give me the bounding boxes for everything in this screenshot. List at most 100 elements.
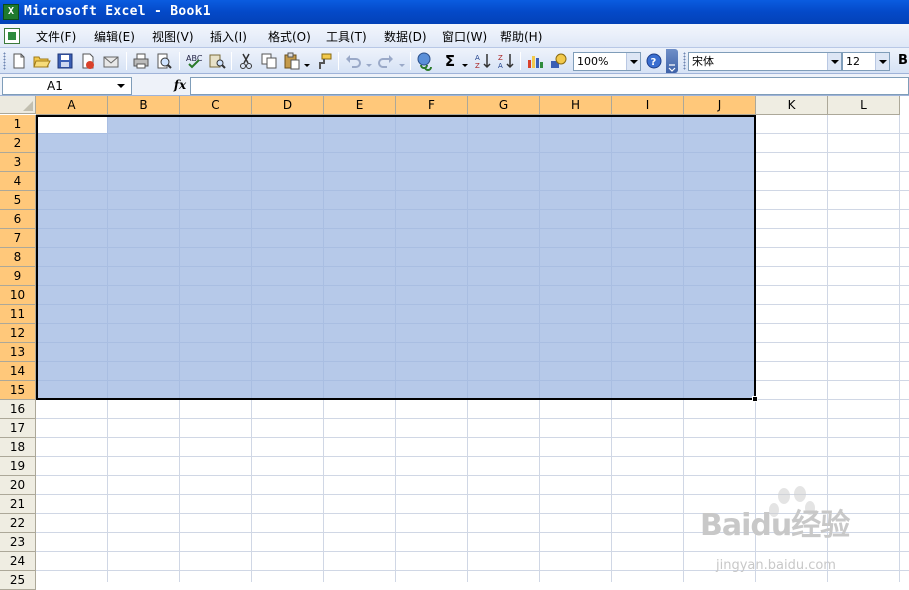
menu-data[interactable]: 数据(D) [382, 29, 429, 45]
row-header-9[interactable]: 9 [0, 267, 36, 286]
name-box[interactable]: A1 [2, 77, 132, 95]
name-box-dropdown-icon[interactable] [114, 80, 128, 92]
research-icon[interactable] [207, 51, 227, 71]
autosum-dropdown-icon[interactable] [461, 58, 469, 67]
window-title: Microsoft Excel - Book1 [24, 4, 211, 19]
row-header-14[interactable]: 14 [0, 362, 36, 381]
workbook-icon[interactable] [4, 28, 20, 44]
help-icon[interactable]: ? [644, 51, 664, 71]
paste-icon[interactable] [282, 51, 302, 71]
column-header-e[interactable]: E [324, 96, 396, 115]
column-header-h[interactable]: H [540, 96, 612, 115]
redo-dropdown-icon[interactable] [398, 58, 406, 67]
font-size-select[interactable]: 12 [842, 52, 890, 71]
svg-text:ABC: ABC [186, 54, 203, 63]
menu-format[interactable]: 格式(O) [266, 29, 313, 45]
column-header-k[interactable]: K [756, 96, 828, 115]
permission-icon[interactable] [78, 51, 98, 71]
undo-dropdown-icon[interactable] [365, 58, 373, 67]
column-header-g[interactable]: G [468, 96, 540, 115]
menu-window[interactable]: 窗口(W) [440, 29, 489, 45]
row-header-22[interactable]: 22 [0, 514, 36, 533]
format-painter-icon[interactable] [314, 51, 334, 71]
row-header-7[interactable]: 7 [0, 229, 36, 248]
row-header-18[interactable]: 18 [0, 438, 36, 457]
row-header-12[interactable]: 12 [0, 324, 36, 343]
paste-dropdown-icon[interactable] [303, 58, 311, 67]
insert-function-icon[interactable]: fx [172, 77, 188, 93]
save-icon[interactable] [55, 51, 75, 71]
font-name-value: 宋体 [692, 55, 714, 68]
row-header-16[interactable]: 16 [0, 400, 36, 419]
watermark-url: jingyan.baidu.com [716, 558, 836, 573]
menu-file[interactable]: 文件(F) [34, 29, 78, 45]
row-header-2[interactable]: 2 [0, 134, 36, 153]
row-header-24[interactable]: 24 [0, 552, 36, 571]
spelling-icon[interactable]: ABC [184, 51, 204, 71]
row-header-1[interactable]: 1 [0, 115, 36, 134]
zoom-select[interactable]: 100% [573, 52, 641, 71]
column-header-b[interactable]: B [108, 96, 180, 115]
formatting-toolbar-grip[interactable] [683, 52, 686, 70]
hyperlink-icon[interactable] [415, 51, 435, 71]
open-icon[interactable] [32, 51, 52, 71]
formula-input[interactable] [190, 77, 909, 95]
row-header-8[interactable]: 8 [0, 248, 36, 267]
toolbar-options-button[interactable] [666, 49, 678, 73]
font-name-select[interactable]: 宋体 [688, 52, 842, 71]
new-icon[interactable] [9, 51, 29, 71]
zoom-dropdown-icon[interactable] [626, 53, 640, 70]
row-header-13[interactable]: 13 [0, 343, 36, 362]
row-header-3[interactable]: 3 [0, 153, 36, 172]
menu-help[interactable]: 帮助(H) [498, 29, 544, 45]
print-preview-icon[interactable] [154, 51, 174, 71]
selected-range[interactable] [36, 115, 756, 400]
excel-app-icon[interactable]: X [3, 4, 19, 20]
toolbar-separator [520, 52, 521, 70]
row-header-6[interactable]: 6 [0, 210, 36, 229]
print-icon[interactable] [131, 51, 151, 71]
fill-handle[interactable] [752, 396, 758, 402]
column-header-i[interactable]: I [612, 96, 684, 115]
row-header-11[interactable]: 11 [0, 305, 36, 324]
drawing-icon[interactable] [548, 51, 568, 71]
row-header-17[interactable]: 17 [0, 419, 36, 438]
column-header-c[interactable]: C [180, 96, 252, 115]
column-header-f[interactable]: F [396, 96, 468, 115]
active-cell[interactable] [38, 117, 107, 133]
column-header-j[interactable]: J [684, 96, 756, 115]
column-header-a[interactable]: A [36, 96, 108, 115]
copy-icon[interactable] [259, 51, 279, 71]
row-header-5[interactable]: 5 [0, 191, 36, 210]
toolbar-separator [338, 52, 339, 70]
row-header-21[interactable]: 21 [0, 495, 36, 514]
redo-icon[interactable] [376, 51, 396, 71]
row-header-20[interactable]: 20 [0, 476, 36, 495]
chart-wizard-icon[interactable] [525, 51, 545, 71]
column-header-l[interactable]: L [828, 96, 900, 115]
font-name-dropdown-icon[interactable] [827, 53, 841, 70]
undo-icon[interactable] [343, 51, 363, 71]
row-header-19[interactable]: 19 [0, 457, 36, 476]
menu-insert[interactable]: 插入(I) [208, 29, 249, 45]
email-icon[interactable] [101, 51, 121, 71]
row-header-23[interactable]: 23 [0, 533, 36, 552]
cut-icon[interactable] [236, 51, 256, 71]
row-header-25[interactable]: 25 [0, 571, 36, 590]
menu-tools[interactable]: 工具(T) [324, 29, 369, 45]
column-header-d[interactable]: D [252, 96, 324, 115]
menu-view[interactable]: 视图(V) [150, 29, 196, 45]
row-header-4[interactable]: 4 [0, 172, 36, 191]
sort-ascending-icon[interactable]: AZ [473, 51, 493, 71]
svg-text:?: ? [651, 57, 657, 68]
toolbar-grip[interactable] [3, 52, 6, 70]
menu-edit[interactable]: 编辑(E) [92, 29, 137, 45]
autosum-icon[interactable]: Σ [440, 51, 460, 71]
sort-descending-icon[interactable]: ZA [496, 51, 516, 71]
bold-button[interactable]: B [896, 51, 909, 71]
select-all-corner[interactable] [0, 96, 36, 114]
font-size-dropdown-icon[interactable] [875, 53, 889, 70]
svg-text:Z: Z [498, 54, 503, 62]
row-header-10[interactable]: 10 [0, 286, 36, 305]
row-header-15[interactable]: 15 [0, 381, 36, 400]
